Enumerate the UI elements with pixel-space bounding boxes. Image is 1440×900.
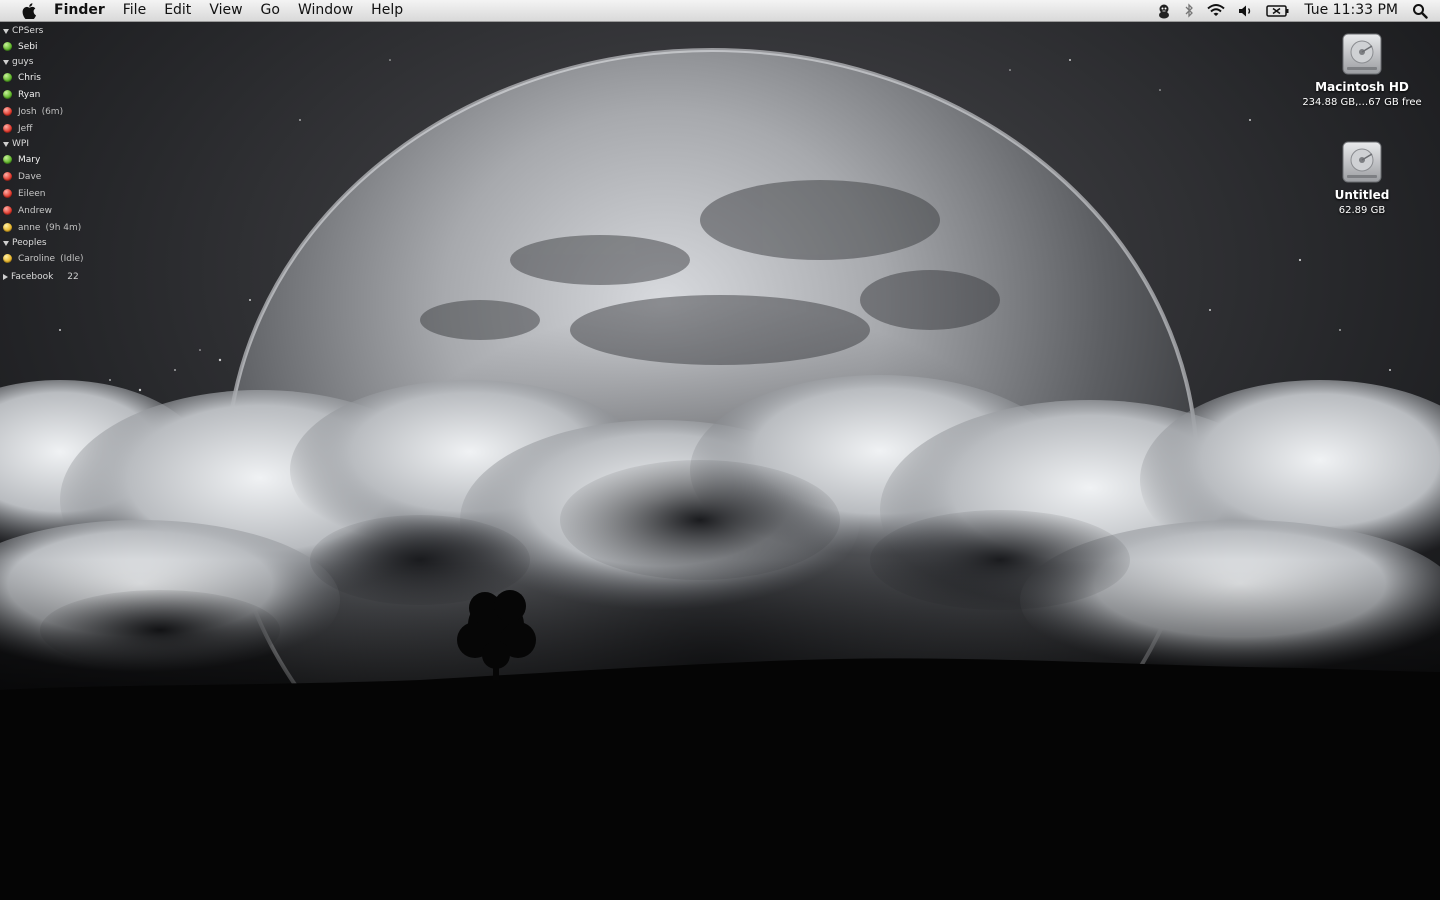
status-away-icon [3, 189, 12, 198]
buddy-row[interactable]: Mary [0, 151, 120, 168]
menu-window[interactable]: Window [289, 0, 362, 21]
status-available-icon [3, 90, 12, 99]
buddy-row[interactable]: Eileen [0, 185, 120, 202]
buddy-name: Dave [18, 171, 42, 182]
desktop-wallpaper [0, 0, 1440, 900]
buddy-name: Eileen [18, 188, 46, 199]
menu-bar: Finder File Edit View Go Window Help Tue… [0, 0, 1440, 22]
disclosure-triangle-icon[interactable] [3, 274, 8, 280]
buddy-row[interactable]: Dave [0, 168, 120, 185]
status-away-icon [3, 172, 12, 181]
menu-edit[interactable]: Edit [155, 0, 200, 21]
status-away-icon [3, 107, 12, 116]
group-count-badge: 22 [67, 272, 79, 282]
desktop-icon-label: Macintosh HD [1315, 80, 1409, 94]
group-name: Peoples [12, 238, 47, 248]
desktop-icon-info: 62.89 GB [1338, 205, 1386, 216]
buddy-name: Mary [18, 154, 41, 165]
group-name: CPSers [12, 26, 44, 36]
status-away-icon [3, 206, 12, 215]
menu-extras: Tue 11:33 PM [1150, 0, 1440, 21]
menu-view[interactable]: View [200, 0, 251, 21]
menu-finder[interactable]: Finder [52, 0, 114, 21]
buddy-row[interactable]: Jeff [0, 120, 120, 137]
desktop-icon-label: Untitled [1334, 188, 1390, 202]
adium-duck-icon[interactable] [1150, 0, 1178, 21]
desktop-icon-untitled[interactable]: Untitled 62.89 GB [1292, 138, 1432, 216]
group-header-wpi[interactable]: WPI [0, 137, 120, 151]
wifi-icon[interactable] [1200, 0, 1232, 21]
hard-drive-icon [1342, 33, 1382, 75]
hard-drive-icon [1342, 141, 1382, 183]
buddy-status-detail: (6m) [41, 106, 64, 117]
status-away-icon [3, 124, 12, 133]
bluetooth-icon[interactable] [1178, 0, 1200, 21]
group-name: Facebook [11, 272, 54, 282]
menu-go[interactable]: Go [252, 0, 289, 21]
group-name: guys [12, 57, 34, 67]
status-available-icon [3, 155, 12, 164]
group-header-guys[interactable]: guys [0, 55, 120, 69]
disclosure-triangle-icon[interactable] [3, 59, 9, 65]
disclosure-triangle-icon[interactable] [3, 141, 9, 147]
disclosure-triangle-icon[interactable] [3, 240, 9, 246]
buddy-list: CPSers Sebi guys Chris Ryan Josh (6m) Je… [0, 24, 120, 285]
disclosure-triangle-icon[interactable] [3, 28, 9, 34]
buddy-row[interactable]: Josh (6m) [0, 103, 120, 120]
buddy-name: anne [18, 222, 41, 233]
status-available-icon [3, 73, 12, 82]
buddy-row[interactable]: Andrew [0, 202, 120, 219]
battery-icon[interactable] [1260, 0, 1296, 21]
desktop-icon-macintosh-hd[interactable]: Macintosh HD 234.88 GB,…67 GB free [1292, 30, 1432, 108]
buddy-row[interactable]: Ryan [0, 86, 120, 103]
buddy-name: Caroline [18, 253, 56, 264]
buddy-row[interactable]: Chris [0, 69, 120, 86]
group-header-facebook[interactable]: Facebook 22 [0, 269, 120, 285]
buddy-name: Ryan [18, 89, 41, 100]
group-header-cpsers[interactable]: CPSers [0, 24, 120, 38]
buddy-name: Sebi [18, 41, 38, 52]
status-idle-icon [3, 254, 12, 263]
buddy-status-detail: (9h 4m) [45, 222, 82, 233]
group-header-peoples[interactable]: Peoples [0, 236, 120, 250]
buddy-row[interactable]: Caroline (Idle) [0, 250, 120, 267]
buddy-name: Chris [18, 72, 41, 83]
menu-file[interactable]: File [114, 0, 155, 21]
group-name: WPI [12, 139, 29, 149]
menu-help[interactable]: Help [362, 0, 412, 21]
volume-icon[interactable] [1232, 0, 1260, 21]
spotlight-icon[interactable] [1408, 0, 1440, 21]
buddy-name: Josh [18, 106, 37, 117]
buddy-name: Andrew [18, 205, 52, 216]
buddy-row[interactable]: anne (9h 4m) [0, 219, 120, 236]
buddy-row[interactable]: Sebi [0, 38, 120, 55]
facebook-group: Facebook [3, 270, 53, 284]
buddy-name: Jeff [18, 123, 33, 134]
status-available-icon [3, 42, 12, 51]
apple-menu-icon[interactable] [20, 2, 38, 19]
status-idle-icon [3, 223, 12, 232]
buddy-status-detail: (Idle) [60, 253, 84, 264]
desktop-icon-info: 234.88 GB,…67 GB free [1302, 97, 1422, 108]
menubar-clock[interactable]: Tue 11:33 PM [1296, 0, 1408, 21]
